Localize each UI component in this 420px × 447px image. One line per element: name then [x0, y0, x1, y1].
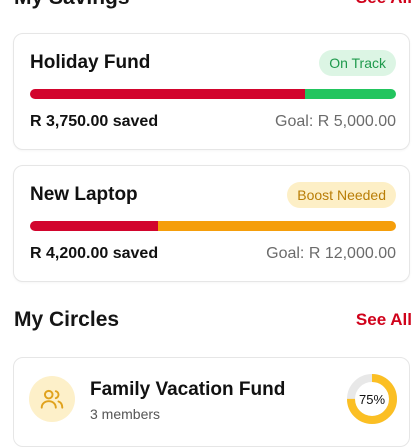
progress-fill	[30, 89, 305, 99]
goal-name: New Laptop	[30, 184, 138, 205]
savings-goal-card[interactable]: New Laptop Boost Needed R 4,200.00 saved…	[13, 165, 410, 282]
goal-progress-bar	[30, 89, 396, 99]
circle-card[interactable]: Family Vacation Fund 3 members 75%	[13, 357, 410, 447]
circle-avatar	[29, 376, 75, 422]
users-icon	[40, 389, 64, 409]
goal-saved-amount: R 3,750.00 saved	[30, 113, 159, 130]
status-badge: On Track	[319, 50, 396, 76]
circles-title: My Circles	[14, 308, 120, 331]
savings-title: My Savings	[14, 0, 130, 10]
status-badge: Boost Needed	[287, 182, 396, 208]
goal-name: Holiday Fund	[30, 52, 151, 73]
circle-progress-label: 75%	[358, 391, 386, 407]
progress-remainder	[158, 221, 396, 231]
circle-name: Family Vacation Fund	[90, 379, 286, 400]
goal-target-amount: Goal: R 12,000.00	[266, 245, 396, 262]
progress-fill	[30, 221, 159, 231]
circles-see-all-link[interactable]: See All	[356, 310, 412, 330]
goal-target-amount: Goal: R 5,000.00	[275, 113, 396, 130]
progress-remainder	[304, 89, 396, 99]
circle-member-count: 3 members	[90, 406, 161, 422]
savings-see-all-link[interactable]: See All	[356, 0, 412, 8]
circles-header: My Circles See All	[14, 308, 412, 332]
circle-progress-ring: 75%	[346, 373, 398, 425]
savings-header: My Savings See All	[14, 0, 412, 10]
goal-progress-bar	[30, 221, 396, 231]
savings-goal-card[interactable]: Holiday Fund On Track R 3,750.00 saved G…	[13, 33, 410, 150]
goal-saved-amount: R 4,200.00 saved	[30, 245, 159, 262]
